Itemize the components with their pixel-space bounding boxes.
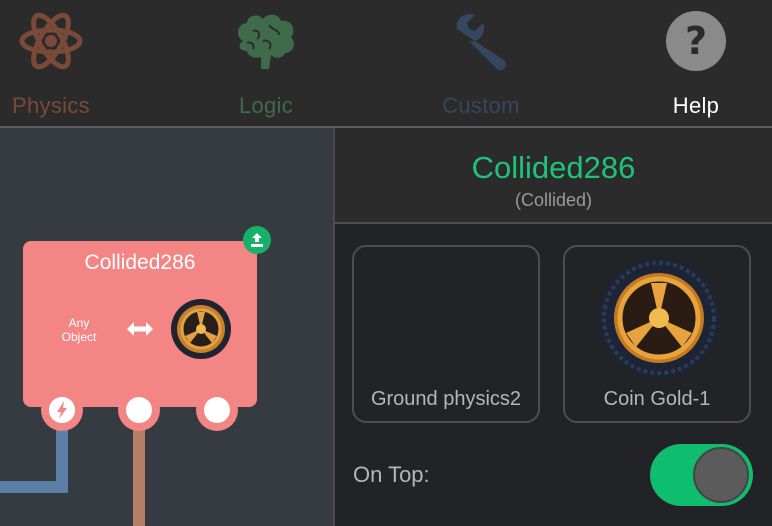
brain-icon xyxy=(231,6,301,76)
port-socket xyxy=(49,397,75,423)
object-card-label: Coin Gold-1 xyxy=(603,388,711,410)
lightning-icon xyxy=(49,397,75,423)
object-card-ground[interactable]: Ground physics2 xyxy=(352,245,540,423)
port-socket xyxy=(126,397,152,423)
upload-icon xyxy=(251,233,263,247)
port-socket xyxy=(204,397,230,423)
inspector-title: Collided286 xyxy=(471,150,636,185)
app-root: Physics Logic Custom ? Help Collided286 … xyxy=(0,0,772,526)
tab-logic-label: Logic xyxy=(238,93,294,118)
node-canvas[interactable]: Collided286 Any Object xyxy=(0,128,333,526)
on-top-label: On Top: xyxy=(353,462,430,487)
tab-help-label: Help xyxy=(672,93,720,118)
coin-gold-icon xyxy=(598,257,720,379)
tab-help[interactable]: ? Help xyxy=(616,0,772,128)
collided-node[interactable]: Collided286 Any Object xyxy=(23,241,257,407)
trigger-port[interactable] xyxy=(41,389,83,431)
double-arrow-icon xyxy=(125,317,155,341)
svg-text:?: ? xyxy=(685,19,707,63)
tab-logic[interactable]: Logic xyxy=(186,0,346,128)
output-port-2[interactable] xyxy=(196,389,238,431)
node-title: Collided286 xyxy=(84,251,196,274)
tab-physics[interactable]: Physics xyxy=(0,0,131,128)
object-card-coin[interactable]: Coin Gold-1 xyxy=(563,245,751,423)
on-top-toggle[interactable] xyxy=(650,444,753,506)
output-port-1[interactable] xyxy=(118,389,160,431)
category-tabbar: Physics Logic Custom ? Help xyxy=(0,0,772,128)
any-object-line2: Object xyxy=(61,330,97,344)
wrench-icon xyxy=(446,6,516,76)
tab-custom[interactable]: Custom xyxy=(401,0,561,128)
coin-gold-icon xyxy=(170,298,232,360)
any-object-label: Any Object xyxy=(53,316,105,344)
wire-blue-horizontal xyxy=(0,481,68,493)
atom-icon xyxy=(16,6,86,76)
toggle-knob xyxy=(693,447,749,503)
export-node-button[interactable] xyxy=(243,226,271,254)
tab-physics-label: Physics xyxy=(12,93,90,118)
inspector-subtitle: (Collided) xyxy=(514,190,593,210)
inspector-header: Collided286 (Collided) xyxy=(335,128,772,222)
tab-custom-label: Custom xyxy=(442,93,520,118)
question-icon: ? xyxy=(661,6,731,76)
inspector-panel: Collided286 (Collided) Ground physics2 C… xyxy=(335,128,772,526)
inspector-header-divider xyxy=(335,222,772,224)
any-object-line1: Any xyxy=(68,316,90,330)
object-card-label: Ground physics2 xyxy=(370,388,522,410)
